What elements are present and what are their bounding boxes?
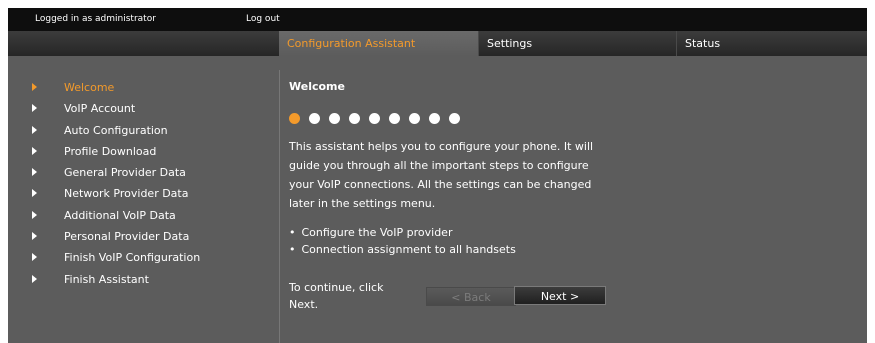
nav-item-personal-provider-data[interactable]: Personal Provider Data xyxy=(28,229,200,250)
page-title: Welcome xyxy=(289,80,345,93)
tab-bar: Configuration Assistant Settings Status xyxy=(8,31,867,56)
intro-text: This assistant helps you to configure yo… xyxy=(289,140,594,210)
arrow-right-icon xyxy=(32,274,37,283)
nav-item-label: General Provider Data xyxy=(64,166,186,180)
progress-dots xyxy=(289,113,619,124)
nav-item-label: VoIP Account xyxy=(64,102,136,116)
progress-dot xyxy=(289,113,300,124)
progress-dot xyxy=(329,113,340,124)
nav-item-welcome[interactable]: Welcome xyxy=(28,80,200,101)
list-item: Connection assignment to all handsets xyxy=(289,241,619,258)
nav-item-finish-assistant[interactable]: Finish Assistant xyxy=(28,272,200,293)
progress-dot xyxy=(429,113,440,124)
continue-hint: To continue, click Next. xyxy=(289,281,384,311)
tab-configuration-assistant[interactable]: Configuration Assistant xyxy=(279,31,478,56)
nav-item-label: Auto Configuration xyxy=(64,123,168,137)
progress-dot xyxy=(309,113,320,124)
nav-item-label: Additional VoIP Data xyxy=(64,208,176,222)
progress-dot xyxy=(369,113,380,124)
nav-item-finish-voip-configuration[interactable]: Finish VoIP Configuration xyxy=(28,250,200,271)
list-item: Configure the VoIP provider xyxy=(289,224,619,241)
nav-item-label: Finish Assistant xyxy=(64,272,149,286)
tab-settings[interactable]: Settings xyxy=(478,31,676,56)
app-frame: Logged in as administrator Log out Confi… xyxy=(8,8,867,343)
nav-item-auto-configuration[interactable]: Auto Configuration xyxy=(28,123,200,144)
nav-item-label: Network Provider Data xyxy=(64,187,189,201)
welcome-panel: Welcome This assistant helps you to conf… xyxy=(289,80,619,311)
assistant-steps-nav: Welcome VoIP Account Auto Configuration … xyxy=(28,80,200,293)
back-button[interactable]: < Back xyxy=(426,287,516,306)
arrow-right-icon xyxy=(32,210,37,219)
arrow-right-icon xyxy=(32,253,37,262)
next-button[interactable]: Next > xyxy=(514,286,606,305)
nav-item-profile-download[interactable]: Profile Download xyxy=(28,144,200,165)
login-status: Logged in as administrator xyxy=(35,14,156,24)
nav-item-label: Finish VoIP Configuration xyxy=(64,251,201,265)
top-bar: Logged in as administrator Log out xyxy=(8,8,867,31)
progress-dot xyxy=(389,113,400,124)
progress-dot xyxy=(349,113,360,124)
arrow-right-icon xyxy=(32,83,37,91)
arrow-right-icon xyxy=(32,189,37,198)
nav-item-label: Personal Provider Data xyxy=(64,230,190,244)
nav-item-general-provider-data[interactable]: General Provider Data xyxy=(28,165,200,186)
nav-item-additional-voip-data[interactable]: Additional VoIP Data xyxy=(28,208,200,229)
progress-dot xyxy=(449,113,460,124)
arrow-right-icon xyxy=(32,125,37,134)
arrow-right-icon xyxy=(32,146,37,155)
progress-dot xyxy=(409,113,420,124)
nav-item-network-provider-data[interactable]: Network Provider Data xyxy=(28,186,200,207)
nav-item-voip-account[interactable]: VoIP Account xyxy=(28,101,200,122)
arrow-right-icon xyxy=(32,232,37,241)
arrow-right-icon xyxy=(32,104,37,113)
panel-divider xyxy=(279,70,280,343)
tab-status[interactable]: Status xyxy=(676,31,867,56)
arrow-right-icon xyxy=(32,168,37,177)
nav-item-label: Welcome xyxy=(64,81,115,94)
logout-link[interactable]: Log out xyxy=(246,14,280,24)
feature-list: Configure the VoIP provider Connection a… xyxy=(289,224,619,258)
nav-item-label: Profile Download xyxy=(64,144,157,158)
